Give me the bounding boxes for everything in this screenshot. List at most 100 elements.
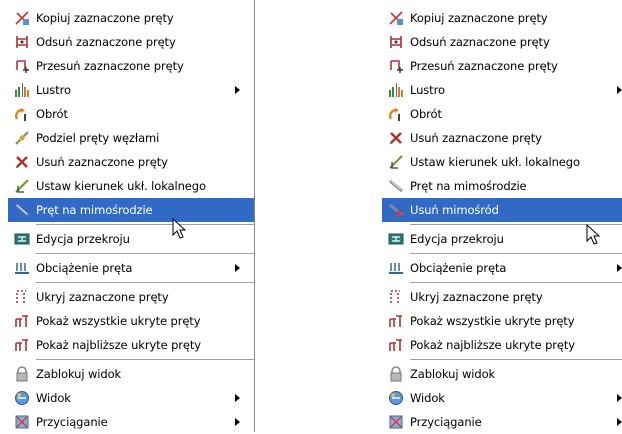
menu-item-show-nearest-bars[interactable]: Pokaż najbliższe ukryte pręty <box>382 333 622 357</box>
menu-item-lock-view[interactable]: Zablokuj widok <box>8 362 254 386</box>
menu-item-copy-bars[interactable]: Kopiuj zaznaczone pręty <box>8 6 254 30</box>
menu-item-label: Kopiuj zaznaczone pręty <box>36 11 174 25</box>
local-axes-icon <box>388 154 404 170</box>
move-bars-icon <box>14 58 30 74</box>
show-all-bars-icon <box>388 313 404 329</box>
menu-item-label: Lustro <box>36 83 71 97</box>
offset-bars-icon <box>14 34 30 50</box>
menu-item-local-axes[interactable]: Ustaw kierunek ukł. lokalnego <box>8 174 254 198</box>
menu-item-label: Ustaw kierunek ukł. lokalnego <box>410 155 580 169</box>
menu-item-label: Przyciąganie <box>36 415 108 429</box>
context-menu-left: Kopiuj zaznaczone pręty Odsuń zaznaczone… <box>8 0 255 432</box>
section-edit-icon <box>14 231 30 247</box>
menu-separator <box>410 282 622 283</box>
menu-item-bar-load[interactable]: Obciążenie pręta <box>382 256 622 280</box>
move-bars-icon <box>388 58 404 74</box>
menu-item-show-all-bars[interactable]: Pokaż wszystkie ukryte pręty <box>382 309 622 333</box>
menu-separator <box>36 359 254 360</box>
delete-bars-icon <box>14 154 30 170</box>
mirror-icon <box>14 82 30 98</box>
menu-item-label: Widok <box>410 391 445 405</box>
hide-bars-icon <box>388 289 404 305</box>
menu-item-eccentric-bar[interactable]: Pręt na mimośrodzie <box>8 198 254 222</box>
menu-item-move-bars[interactable]: Przesuń zaznaczone pręty <box>382 54 622 78</box>
menu-item-label: Edycja przekroju <box>36 232 130 246</box>
menu-item-local-axes[interactable]: Ustaw kierunek ukł. lokalnego <box>382 150 622 174</box>
menu-item-offset-bars[interactable]: Odsuń zaznaczone pręty <box>382 30 622 54</box>
menu-item-copy-bars[interactable]: Kopiuj zaznaczone pręty <box>382 6 622 30</box>
menu-item-label: Edycja przekroju <box>410 232 504 246</box>
menu-item-hide-bars[interactable]: Ukryj zaznaczone pręty <box>8 285 254 309</box>
menu-item-label: Pokaż najbliższe ukryte pręty <box>36 338 202 352</box>
menu-item-label: Pokaż najbliższe ukryte pręty <box>410 338 576 352</box>
menu-item-rotate[interactable]: Obrót <box>382 102 622 126</box>
submenu-arrow-icon <box>235 264 240 272</box>
view-icon <box>388 390 404 406</box>
menu-item-label: Pręt na mimośrodzie <box>410 179 527 193</box>
hide-bars-icon <box>14 289 30 305</box>
menu-item-snap[interactable]: Przyciąganie <box>382 410 622 434</box>
section-edit-icon <box>388 231 404 247</box>
show-nearest-bars-icon <box>388 337 404 353</box>
menu-item-lock-view[interactable]: Zablokuj widok <box>382 362 622 386</box>
menu-item-label: Obrót <box>410 107 442 121</box>
context-menu-right: Kopiuj zaznaczone pręty Odsuń zaznaczone… <box>382 0 622 432</box>
menu-item-label: Obrót <box>36 107 68 121</box>
copy-bars-icon <box>388 10 404 26</box>
bar-load-icon <box>14 260 30 276</box>
submenu-arrow-icon <box>235 86 240 94</box>
menu-item-label: Przesuń zaznaczone pręty <box>36 59 184 73</box>
menu-item-label: Kopiuj zaznaczone pręty <box>410 11 548 25</box>
menu-item-mirror[interactable]: Lustro <box>8 78 254 102</box>
remove-eccentricity-icon <box>388 202 404 218</box>
menu-item-mirror[interactable]: Lustro <box>382 78 622 102</box>
eccentric-bar-icon <box>388 178 404 194</box>
menu-item-snap[interactable]: Przyciąganie <box>8 410 254 434</box>
menu-item-label: Ukryj zaznaczone pręty <box>410 290 543 304</box>
menu-item-view[interactable]: Widok <box>8 386 254 410</box>
submenu-arrow-icon <box>235 394 240 402</box>
mouse-cursor-icon <box>586 224 601 245</box>
menu-item-label: Przyciąganie <box>410 415 482 429</box>
menu-item-label: Obciążenie pręta <box>410 261 507 275</box>
submenu-arrow-icon <box>617 264 622 272</box>
menu-separator <box>410 253 622 254</box>
menu-item-offset-bars[interactable]: Odsuń zaznaczone pręty <box>8 30 254 54</box>
menu-item-remove-eccentricity[interactable]: Usuń mimośród <box>382 198 622 222</box>
menu-item-label: Obciążenie pręta <box>36 261 133 275</box>
snap-icon <box>14 414 30 430</box>
menu-item-label: Ustaw kierunek ukł. lokalnego <box>36 179 206 193</box>
bar-load-icon <box>388 260 404 276</box>
view-icon <box>14 390 30 406</box>
submenu-arrow-icon <box>617 86 622 94</box>
lock-view-icon <box>14 366 30 382</box>
menu-item-rotate[interactable]: Obrót <box>8 102 254 126</box>
mouse-cursor-icon <box>172 218 187 239</box>
menu-item-hide-bars[interactable]: Ukryj zaznaczone pręty <box>382 285 622 309</box>
menu-item-delete-bars[interactable]: Usuń zaznaczone pręty <box>8 150 254 174</box>
copy-bars-icon <box>14 10 30 26</box>
local-axes-icon <box>14 178 30 194</box>
menu-item-show-all-bars[interactable]: Pokaż wszystkie ukryte pręty <box>8 309 254 333</box>
divide-bars-icon <box>14 130 30 146</box>
menu-item-bar-load[interactable]: Obciążenie pręta <box>8 256 254 280</box>
lock-view-icon <box>388 366 404 382</box>
menu-separator <box>36 282 254 283</box>
menu-item-divide-bars[interactable]: Podziel pręty węzłami <box>8 126 254 150</box>
menu-item-label: Odsuń zaznaczone pręty <box>36 35 176 49</box>
menu-separator <box>410 359 622 360</box>
menu-item-label: Podziel pręty węzłami <box>36 131 160 145</box>
submenu-arrow-icon <box>235 418 240 426</box>
menu-item-label: Pokaż wszystkie ukryte pręty <box>36 314 201 328</box>
menu-item-delete-bars[interactable]: Usuń zaznaczone pręty <box>382 126 622 150</box>
menu-item-section-edit[interactable]: Edycja przekroju <box>8 227 254 251</box>
menu-separator <box>36 253 254 254</box>
offset-bars-icon <box>388 34 404 50</box>
show-nearest-bars-icon <box>14 337 30 353</box>
menu-separator <box>36 224 254 225</box>
menu-item-show-nearest-bars[interactable]: Pokaż najbliższe ukryte pręty <box>8 333 254 357</box>
menu-item-eccentric-bar[interactable]: Pręt na mimośrodzie <box>382 174 622 198</box>
menu-item-move-bars[interactable]: Przesuń zaznaczone pręty <box>8 54 254 78</box>
menu-item-label: Lustro <box>410 83 445 97</box>
menu-item-view[interactable]: Widok <box>382 386 622 410</box>
